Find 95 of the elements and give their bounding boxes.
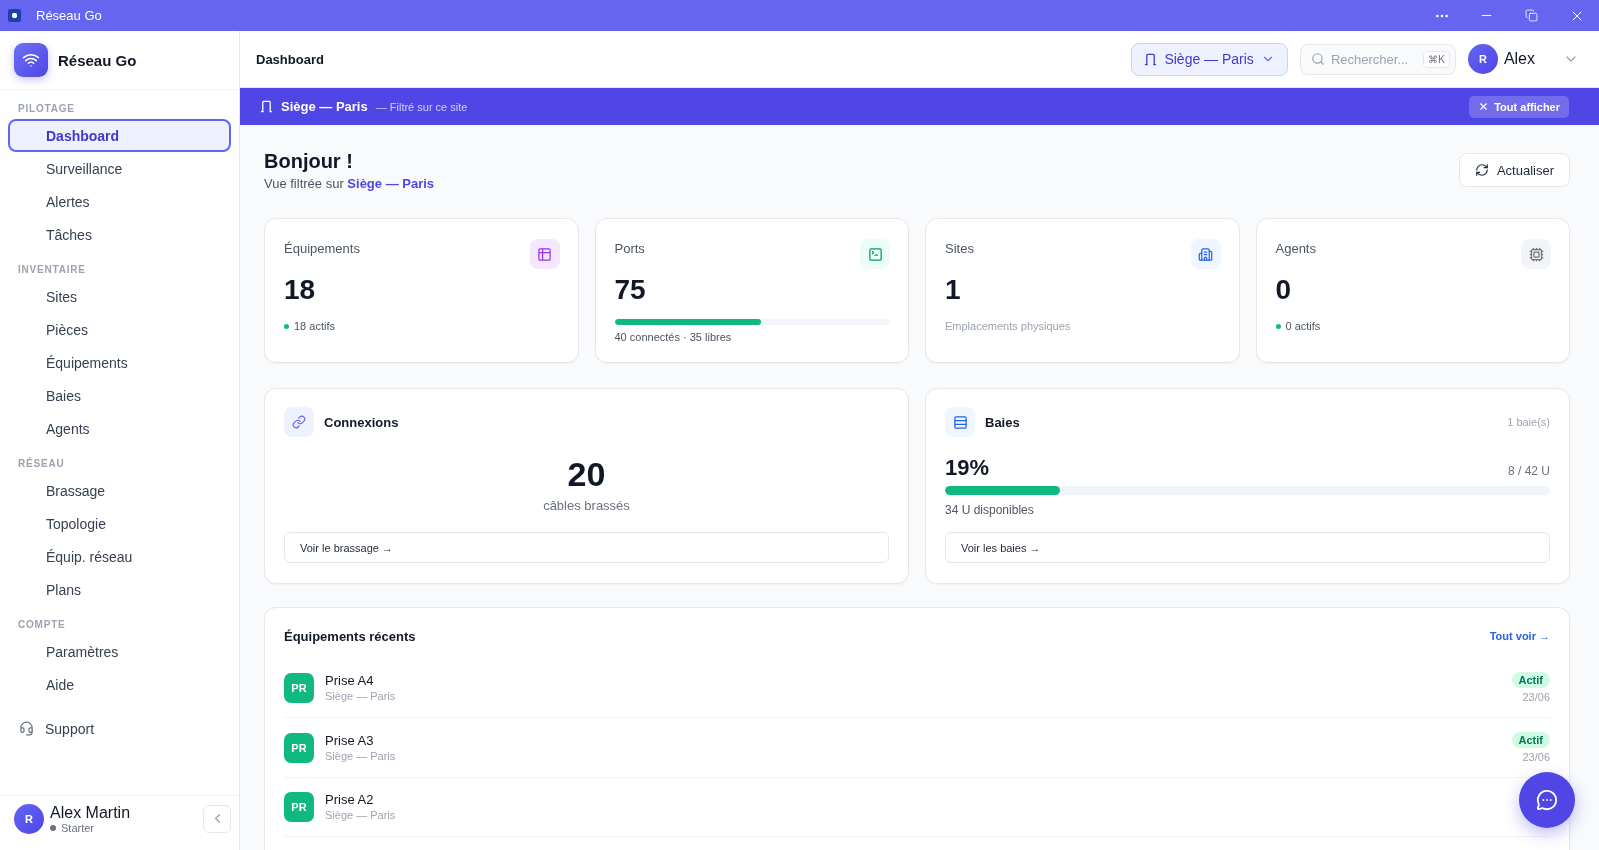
card-title: Baies (985, 414, 1020, 430)
rack-count: 1 baie(s) (1507, 416, 1550, 428)
sidebar-item[interactable]: Équipements (8, 346, 231, 379)
door-frame-icon (1144, 52, 1158, 66)
sidebar-item[interactable]: Alertes (8, 185, 231, 218)
status-dot-icon (1275, 323, 1281, 329)
shortcut-hint: ⌘K (1423, 50, 1450, 68)
app-icon (8, 9, 21, 22)
terminal-icon (860, 239, 890, 269)
stat-label: Équipements (284, 241, 360, 256)
sidebar-item[interactable]: Aide (8, 668, 231, 701)
device-name: Prise A4 (325, 672, 375, 689)
device-location: Siège — Paris (325, 748, 396, 763)
user-avatar: R (14, 803, 44, 834)
stat-value: 0 (1275, 273, 1292, 307)
device-name: Prise A3 (325, 732, 375, 749)
user-name[interactable]: Alex (1503, 50, 1535, 68)
view-racks-button[interactable]: Voir les baies → (945, 532, 1550, 563)
sidebar-item[interactable]: Pièces (8, 313, 231, 346)
collapse-button[interactable] (203, 804, 231, 833)
status-badge: Actif (1511, 672, 1550, 688)
refresh-button[interactable]: Actualiser (1458, 153, 1570, 187)
initials-avatar: PR (284, 732, 314, 763)
sidebar-item[interactable]: Topologie (8, 507, 231, 540)
banner-note: — Filtré sur ce site (375, 100, 468, 113)
sidebar-item[interactable]: Baies (8, 379, 231, 412)
user-avatar[interactable]: R (1467, 44, 1498, 74)
stat-value: 1 (945, 273, 961, 307)
card-title: Équipements récents (284, 628, 416, 644)
stat-note: 18 actifs (294, 319, 335, 333)
sidebar-item[interactable]: Agents (8, 412, 231, 445)
date-text: 23/06 (1522, 751, 1550, 763)
close-icon (1478, 101, 1490, 112)
stat-label: Agents (1275, 241, 1316, 256)
user-name: Alex Martin (50, 803, 131, 822)
show-all-button[interactable]: Tout afficher (1469, 95, 1569, 118)
link-icon (284, 407, 314, 437)
rack-available: 34 U disponibles (945, 503, 1035, 517)
sidebar-item[interactable]: Sites (8, 280, 231, 313)
rack-percent: 19% (945, 455, 990, 481)
stat-note: Emplacements physiques (945, 319, 1072, 333)
plan-label: Starter (61, 822, 94, 834)
sidebar-item[interactable]: Équip. réseau (8, 540, 231, 573)
device-location: Siège — Paris (325, 808, 396, 822)
banner-site: Siège — Paris (281, 99, 368, 114)
nav-section-label: PILOTAGE (17, 102, 76, 116)
stat-note: 0 actifs (1285, 319, 1321, 333)
sidebar-item[interactable]: Dashboard (8, 119, 231, 152)
connections-value: 20 (567, 454, 606, 494)
status-dot-icon (284, 323, 289, 329)
stat-label: Ports (614, 241, 645, 256)
stat-note: 40 connectés · 35 libres (614, 330, 733, 344)
brand-name: Réseau Go (58, 51, 137, 69)
nav-section-label: COMPTE (17, 618, 67, 632)
nav-section-label: RÉSEAU (17, 456, 66, 471)
connections-caption: câbles brassés (543, 498, 630, 514)
sidebar-item[interactable]: Plans (8, 573, 231, 606)
device-location: Siège — Paris (325, 688, 396, 703)
nav-section-label: INVENTAIRE (17, 263, 87, 277)
chat-bubble-icon (1536, 789, 1558, 811)
stat-label: Sites (945, 241, 974, 256)
search-icon (1310, 52, 1325, 66)
stat-value: 75 (614, 273, 646, 307)
stat-value: 18 (284, 273, 316, 307)
status-badge: Actif (1511, 732, 1550, 748)
initials-avatar: PR (284, 672, 314, 703)
device-name: Prise A2 (325, 792, 375, 808)
date-text: 23/06 (1522, 691, 1550, 703)
card-title: Connexions (324, 414, 399, 430)
table-icon (529, 239, 560, 269)
door-frame-icon (260, 100, 273, 113)
wifi-logo-icon (14, 43, 48, 77)
window-title: Réseau Go (36, 8, 102, 23)
headset-icon (19, 721, 34, 736)
building-icon (1190, 239, 1221, 269)
rows-icon (945, 407, 975, 437)
support-label: Support (45, 720, 95, 737)
chip-icon (1521, 239, 1551, 269)
view-patching-button[interactable]: Voir le brassage → (284, 532, 889, 563)
refresh-icon (1474, 163, 1489, 177)
greeting-title: Bonjour ! (264, 149, 354, 173)
search-field[interactable]: Rechercher... ⌘K (1299, 43, 1456, 75)
search-input[interactable]: Rechercher... (1330, 51, 1418, 67)
sidebar-item[interactable]: Tâches (8, 218, 231, 251)
see-all-link[interactable]: Tout voir → (1489, 630, 1550, 642)
sidebar-item[interactable]: Brassage (8, 474, 231, 507)
greeting-subtitle: Vue filtrée sur Siège — Paris (264, 176, 435, 191)
page-title: Dashboard (256, 51, 324, 67)
initials-avatar: PR (284, 792, 314, 822)
sidebar-item[interactable]: Surveillance (8, 152, 231, 185)
dot-icon (50, 825, 56, 831)
rack-usage: 8 / 42 U (1507, 464, 1550, 478)
support-item[interactable]: Support (8, 712, 231, 745)
sidebar-item[interactable]: Paramètres (8, 635, 231, 668)
site-selector[interactable]: Siège — Paris (1131, 42, 1288, 76)
